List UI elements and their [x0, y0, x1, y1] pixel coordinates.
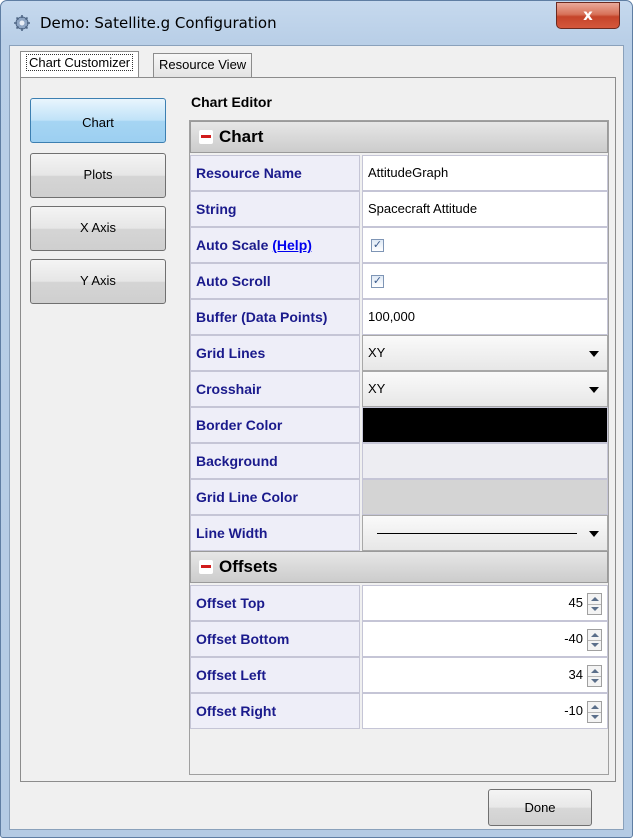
row-offset-right: Offset Right -10 [190, 693, 608, 729]
offset-top-label: Offset Top [190, 585, 360, 621]
offset-bottom-label: Offset Bottom [190, 621, 360, 657]
nav-label: Y Axis [80, 273, 116, 288]
crosshair-select[interactable]: XY [362, 371, 608, 407]
auto-scale-text: Auto Scale [196, 237, 269, 253]
row-offset-top: Offset Top 45 [190, 585, 608, 621]
nav-label: Plots [83, 167, 113, 182]
line-width-select[interactable] [362, 515, 608, 551]
tab-label: Resource View [159, 57, 247, 72]
auto-scale-cell: ✓ [362, 227, 608, 263]
tab-resource-view[interactable]: Resource View [153, 53, 253, 77]
tab-label: Chart Customizer [26, 54, 134, 71]
offsets-section-header[interactable]: Offsets [190, 551, 608, 583]
chart-section-header[interactable]: Chart [190, 121, 608, 153]
row-offset-left: Offset Left 34 [190, 657, 608, 693]
color-swatch [363, 408, 607, 442]
background-label: Background [190, 443, 360, 479]
auto-scroll-label: Auto Scroll [190, 263, 360, 299]
up-down-arrows-icon[interactable] [587, 593, 602, 615]
nav-plots-button[interactable]: Plots [30, 153, 166, 198]
tab-chart-customizer[interactable]: Chart Customizer [20, 51, 140, 77]
line-width-label: Line Width [190, 515, 360, 551]
crosshair-label: Crosshair [190, 371, 360, 407]
row-buffer: Buffer (Data Points) 100,000 [190, 299, 608, 335]
chevron-down-icon[interactable] [589, 531, 599, 537]
minus-icon[interactable] [199, 130, 213, 144]
auto-scale-help-link[interactable]: (Help) [272, 237, 312, 253]
offset-left-value: 34 [568, 667, 583, 682]
row-offset-bottom: Offset Bottom -40 [190, 621, 608, 657]
grid-line-color-label: Grid Line Color [190, 479, 360, 515]
row-line-width: Line Width [190, 515, 608, 551]
string-label: String [190, 191, 360, 227]
close-button[interactable]: x [556, 2, 620, 29]
offset-left-label: Offset Left [190, 657, 360, 693]
checkmark-icon: ✓ [372, 239, 383, 251]
grid-lines-select[interactable]: XY [362, 335, 608, 371]
row-string: String Spacecraft Attitude [190, 191, 608, 227]
offset-right-label: Offset Right [190, 693, 360, 729]
crosshair-value: XY [368, 381, 386, 396]
chevron-down-icon[interactable] [589, 351, 599, 357]
offset-top-field[interactable]: 45 [362, 585, 608, 621]
auto-scroll-checkbox[interactable]: ✓ [371, 275, 384, 288]
row-border-color: Border Color [190, 407, 608, 443]
auto-scroll-cell: ✓ [362, 263, 608, 299]
offset-top-value: 45 [568, 595, 583, 610]
up-down-arrows-icon[interactable] [587, 665, 602, 687]
string-field[interactable]: Spacecraft Attitude [362, 191, 608, 227]
configuration-window: Demo: Satellite.g Configuration x Chart … [0, 0, 633, 838]
chart-customizer-panel: Chart Plots X Axis Y Axis Chart Editor C… [20, 77, 616, 782]
resource-name-label: Resource Name [190, 155, 360, 191]
nav-label: X Axis [79, 220, 117, 235]
chevron-down-icon[interactable] [589, 387, 599, 393]
offset-bottom-value: -40 [564, 631, 583, 646]
grid-lines-value: XY [368, 345, 386, 360]
offset-right-field[interactable]: -10 [362, 693, 608, 729]
color-swatch [363, 480, 607, 514]
line-width-sample [377, 533, 577, 534]
section-title: Offsets [219, 557, 278, 576]
buffer-label: Buffer (Data Points) [190, 299, 360, 335]
done-button[interactable]: Done [488, 789, 592, 826]
up-down-arrows-icon[interactable] [587, 629, 602, 651]
nav-x-axis-button[interactable]: X Axis [30, 206, 166, 251]
minus-icon[interactable] [199, 560, 213, 574]
nav-chart-button[interactable]: Chart [30, 98, 166, 143]
property-grid: Chart Resource Name AttitudeGraph String… [189, 120, 609, 775]
grid-line-color-swatch[interactable] [362, 479, 608, 515]
row-auto-scale: Auto Scale (Help) ✓ [190, 227, 608, 263]
resource-name-field[interactable]: AttitudeGraph [362, 155, 608, 191]
up-down-arrows-icon[interactable] [587, 701, 602, 723]
row-auto-scroll: Auto Scroll ✓ [190, 263, 608, 299]
auto-scale-checkbox[interactable]: ✓ [371, 239, 384, 252]
auto-scale-label: Auto Scale (Help) [190, 227, 360, 263]
nav-label: Chart [82, 115, 114, 130]
border-color-label: Border Color [190, 407, 360, 443]
row-crosshair: Crosshair XY [190, 371, 608, 407]
client-area: Chart Customizer Resource View Chart Plo… [9, 45, 624, 830]
editor-title: Chart Editor [191, 94, 272, 110]
offset-bottom-field[interactable]: -40 [362, 621, 608, 657]
nav-y-axis-button[interactable]: Y Axis [30, 259, 166, 304]
offset-right-value: -10 [564, 703, 583, 718]
close-icon: x [583, 6, 593, 24]
window-title: Demo: Satellite.g Configuration [40, 14, 277, 32]
row-background: Background [190, 443, 608, 479]
done-label: Done [524, 800, 556, 815]
buffer-field[interactable]: 100,000 [362, 299, 608, 335]
offset-left-field[interactable]: 34 [362, 657, 608, 693]
row-grid-line-color: Grid Line Color [190, 479, 608, 515]
section-title: Chart [219, 127, 264, 146]
row-grid-lines: Grid Lines XY [190, 335, 608, 371]
gear-satellite-icon [14, 15, 30, 31]
border-color-swatch[interactable] [362, 407, 608, 443]
title-bar[interactable]: Demo: Satellite.g Configuration x [1, 1, 632, 45]
checkmark-icon: ✓ [372, 275, 383, 287]
color-swatch [363, 444, 607, 478]
row-resource-name: Resource Name AttitudeGraph [190, 155, 608, 191]
background-swatch[interactable] [362, 443, 608, 479]
grid-lines-label: Grid Lines [190, 335, 360, 371]
